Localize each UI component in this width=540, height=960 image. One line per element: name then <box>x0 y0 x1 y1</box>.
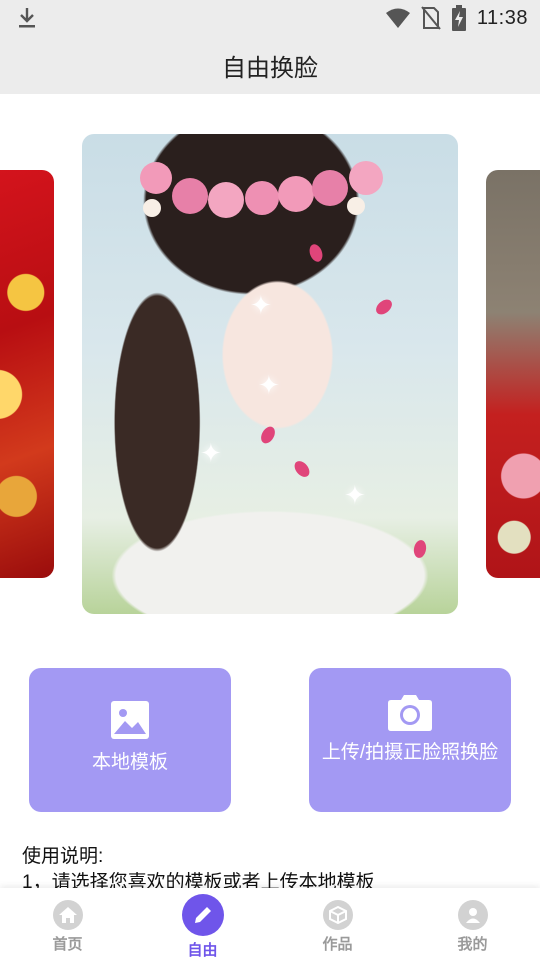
camera-icon <box>388 695 432 731</box>
no-sim-icon <box>421 6 441 30</box>
status-time: 11:38 <box>476 6 528 29</box>
bottom-navigation: 首页 自由 作品 我的 <box>0 888 540 960</box>
left-template-card[interactable] <box>0 170 54 578</box>
local-template-button[interactable]: 本地模板 <box>29 668 231 812</box>
nav-label-home: 首页 <box>52 936 83 953</box>
sparkle-decoration: ✦ <box>258 370 280 400</box>
nav-label-mine: 我的 <box>457 936 488 953</box>
nav-label-free: 自由 <box>187 942 218 959</box>
status-bar: 11:38 <box>0 0 540 36</box>
page-title: 自由换脸 <box>222 54 318 82</box>
local-template-label: 本地模板 <box>91 752 168 773</box>
center-template-card[interactable]: ✦ ✦ ✦ ✦ <box>82 134 458 614</box>
nav-item-mine[interactable]: 我的 <box>405 888 540 960</box>
user-icon <box>457 900 488 930</box>
image-icon <box>111 701 149 739</box>
petal-decoration <box>307 242 325 264</box>
status-icons: 11:38 <box>385 5 528 31</box>
flower-crown-image <box>140 161 383 218</box>
cube-icon <box>322 900 353 930</box>
upload-photo-label: 上传/拍摄正脸照换脸 <box>321 742 499 763</box>
template-carousel[interactable]: ✦ ✦ ✦ ✦ <box>0 94 540 654</box>
nav-item-home[interactable]: 首页 <box>0 888 135 960</box>
wifi-icon <box>385 8 410 28</box>
nav-label-works: 作品 <box>322 936 353 953</box>
home-icon <box>52 900 83 930</box>
nav-item-works[interactable]: 作品 <box>270 888 405 960</box>
pencil-icon <box>181 894 224 936</box>
petal-decoration <box>291 458 313 480</box>
download-icon <box>19 8 35 28</box>
upload-photo-button[interactable]: 上传/拍摄正脸照换脸 <box>309 668 511 812</box>
sparkle-decoration: ✦ <box>200 438 222 468</box>
instructions-heading: 使用说明: <box>22 846 104 867</box>
app-header: 自由换脸 <box>0 36 540 94</box>
petal-decoration <box>258 424 278 446</box>
nav-item-free[interactable]: 自由 <box>135 888 270 960</box>
sparkle-decoration: ✦ <box>344 480 366 510</box>
petal-decoration <box>412 539 428 559</box>
petal-decoration <box>373 296 395 318</box>
right-template-card[interactable] <box>486 170 540 578</box>
battery-charging-icon <box>451 5 466 31</box>
sparkle-decoration: ✦ <box>250 290 272 320</box>
